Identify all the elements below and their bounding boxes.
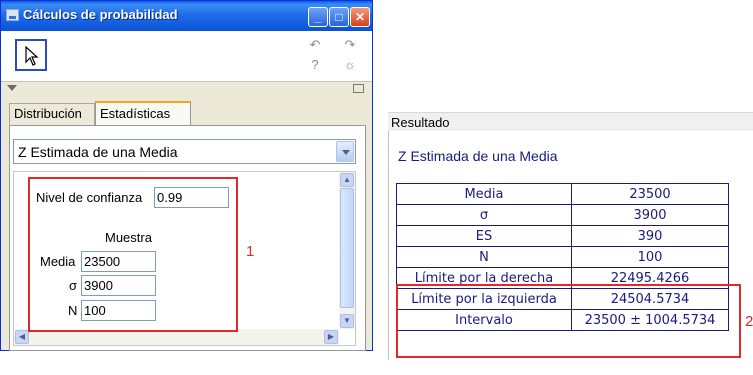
table-row: σ 3900 <box>396 204 729 226</box>
results-highlight-box <box>396 284 741 358</box>
vertical-scroll-thumb[interactable] <box>340 188 354 308</box>
n-input[interactable]: 100 <box>81 300 156 321</box>
window-title: Cálculos de probabilidad <box>23 7 178 22</box>
sigma-label: σ <box>69 278 78 293</box>
scroll-left-icon[interactable]: ◀ <box>15 330 29 344</box>
procedure-select-value: Z Estimada de una Media <box>18 144 178 160</box>
media-label: Media <box>40 254 76 269</box>
confidence-input[interactable]: 0.99 <box>154 187 229 208</box>
n-label: N <box>68 303 78 318</box>
row-value-es: 390 <box>571 225 729 247</box>
row-value-n: 100 <box>571 246 729 268</box>
undo-icon[interactable]: ↶ <box>307 37 323 53</box>
table-row: Media 23500 <box>396 183 729 205</box>
row-label-media: Media <box>396 183 572 205</box>
help-icon[interactable]: ? <box>307 57 323 72</box>
scroll-right-icon[interactable]: ▶ <box>324 330 338 344</box>
confidence-label: Nivel de confianza <box>36 190 143 205</box>
row-value-sigma: 3900 <box>571 204 729 226</box>
minimize-button[interactable]: _ <box>308 7 328 27</box>
result-title: Z Estimada de una Media <box>398 148 558 164</box>
vertical-scrollbar[interactable]: ▲ ▼ <box>339 172 355 329</box>
row-value-media: 23500 <box>571 183 729 205</box>
tab-distribucion[interactable]: Distribución <box>9 103 95 125</box>
move-tool-button[interactable] <box>15 39 47 71</box>
scroll-up-icon[interactable]: ▲ <box>340 173 354 187</box>
title-bar[interactable]: Cálculos de probabilidad _ □ ✕ <box>1 1 372 31</box>
app-icon <box>6 9 19 21</box>
row-label-es: ES <box>396 225 572 247</box>
dock-icon[interactable] <box>353 84 364 93</box>
result-header-label: Resultado <box>391 115 450 130</box>
chevron-down-icon[interactable] <box>336 141 354 162</box>
toolbar-collapse-row <box>1 82 372 98</box>
close-button[interactable]: ✕ <box>350 7 370 27</box>
tab-estadisticas[interactable]: Estadísticas <box>95 101 191 125</box>
marker-2: 2 <box>745 313 753 330</box>
table-row: N 100 <box>396 246 729 268</box>
sample-heading: Muestra <box>105 230 152 245</box>
collapse-toolbar-icon[interactable] <box>7 85 17 91</box>
sigma-input[interactable]: 3900 <box>81 275 156 296</box>
settings-gear-icon[interactable]: ☼ <box>342 57 358 72</box>
pointer-arrow-icon <box>25 46 39 66</box>
row-label-sigma: σ <box>396 204 572 226</box>
result-header: Resultado <box>388 112 753 132</box>
marker-1: 1 <box>246 243 255 260</box>
scroll-down-icon[interactable]: ▼ <box>340 314 354 328</box>
probability-calculator-window: Cálculos de probabilidad _ □ ✕ ↶ ↷ ? ☼ D… <box>0 0 373 351</box>
table-row: ES 390 <box>396 225 729 247</box>
row-label-n: N <box>396 246 572 268</box>
procedure-select[interactable]: Z Estimada de una Media <box>13 139 356 164</box>
maximize-button[interactable]: □ <box>329 7 349 27</box>
media-input[interactable]: 23500 <box>81 251 156 272</box>
redo-icon[interactable]: ↷ <box>342 37 358 53</box>
